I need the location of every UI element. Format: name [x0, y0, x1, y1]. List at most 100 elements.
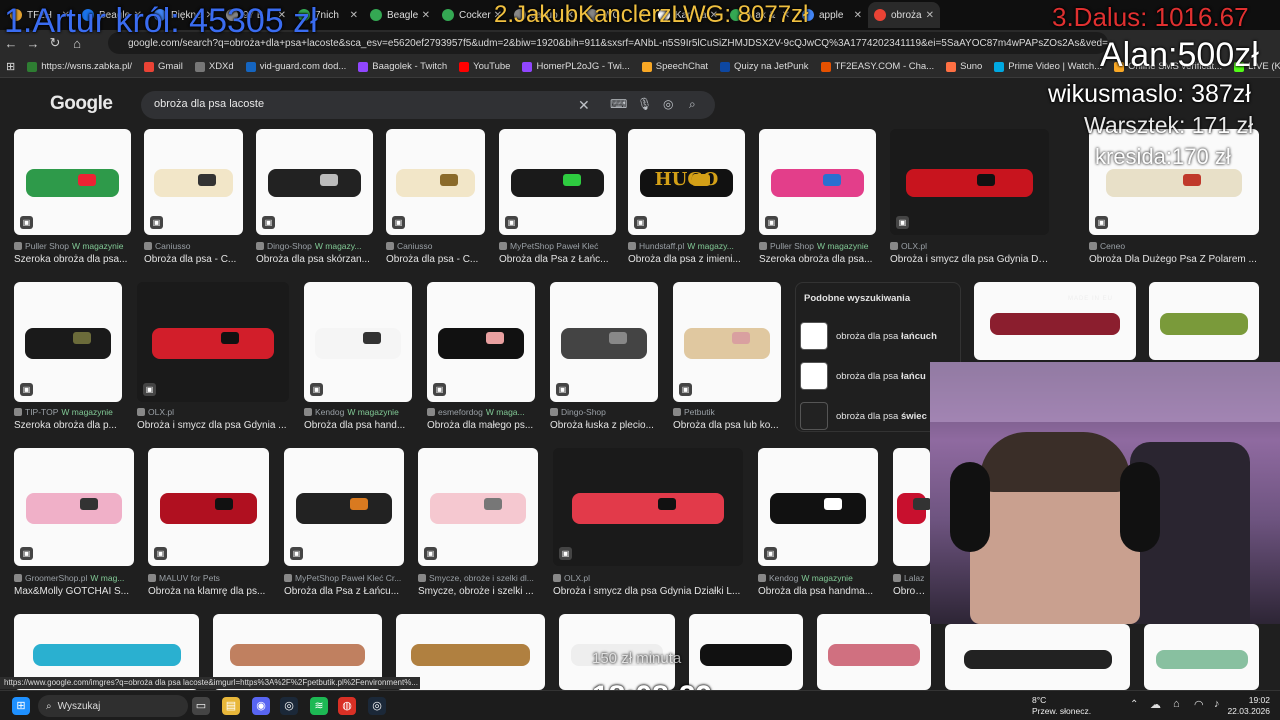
file-explorer-icon[interactable]: ▤	[222, 697, 240, 715]
image-result-thumbnail[interactable]: ▣	[284, 448, 404, 566]
result-source[interactable]: Puller Shop W magazynie	[14, 241, 131, 251]
result-title[interactable]: Szeroka obroża dla psa...	[759, 254, 876, 265]
result-source[interactable]: esmefordog W maga...	[427, 407, 535, 417]
image-result-thumbnail[interactable]	[689, 614, 803, 690]
network-icon[interactable]: ⌂	[1173, 698, 1180, 710]
result-source[interactable]: MyPetShop Paweł Kleć Cr...	[284, 573, 404, 583]
image-result-thumbnail[interactable]	[945, 624, 1130, 690]
result-source[interactable]: Ceneo	[1089, 241, 1259, 251]
result-title[interactable]: Szeroka obroża dla psa...	[14, 254, 131, 265]
spotify-icon[interactable]: ≋	[310, 697, 328, 715]
result-title[interactable]: Obroża dla psa lub ko...	[673, 420, 781, 431]
image-result-thumbnail[interactable]: ▣	[890, 129, 1049, 235]
bookmark-item[interactable]: YouTube	[453, 61, 516, 72]
result-title[interactable]: Obroża dla psa - C...	[144, 254, 243, 265]
result-title[interactable]: Obroża dla psa hand...	[304, 420, 412, 431]
result-source[interactable]: Caniusso	[386, 241, 485, 251]
result-source[interactable]: OLX.pl	[137, 407, 289, 417]
image-result-thumbnail[interactable]: ▣	[550, 282, 658, 402]
bookmark-item[interactable]: vid-guard.com dod...	[240, 61, 353, 72]
image-result-thumbnail[interactable]: ▣	[758, 448, 878, 566]
bookmark-item[interactable]: Quizy na JetPunk	[714, 61, 814, 72]
result-source[interactable]: Hundstaff.pl W magazy...	[628, 241, 745, 251]
browser-tab[interactable]: Beagle ✕	[364, 2, 436, 28]
result-title[interactable]: Obroża dla Psa z Łańc...	[499, 254, 616, 265]
weather-widget[interactable]: 8°C Przew. słonecz.	[1032, 695, 1091, 717]
result-title[interactable]: Obroża dla psa handma...	[758, 586, 878, 597]
image-result-thumbnail[interactable]	[817, 614, 931, 690]
image-result-thumbnail[interactable]	[893, 448, 930, 566]
result-title[interactable]: Obroża i smycz dla psa Gdynia Działki L.…	[553, 586, 743, 597]
image-result-thumbnail[interactable]	[1149, 282, 1259, 360]
discord-icon[interactable]: ◉	[252, 697, 270, 715]
image-result-thumbnail[interactable]: ▣	[759, 129, 876, 235]
close-tab-icon[interactable]: ✕	[350, 10, 358, 21]
close-tab-icon[interactable]: ✕	[422, 10, 430, 21]
image-result-thumbnail[interactable]: ▣	[427, 282, 535, 402]
close-tab-icon[interactable]: ✕	[926, 10, 934, 21]
keyboard-icon[interactable]: ⌨	[610, 97, 627, 111]
image-result-thumbnail[interactable]: ▣	[14, 448, 134, 566]
bookmark-item[interactable]: HomerPL2oJG - Twi...	[516, 61, 635, 72]
image-result-thumbnail[interactable]: ▣	[148, 448, 269, 566]
volume-icon[interactable]: ♪	[1214, 698, 1220, 710]
result-source[interactable]: Dingo-Shop W magazy...	[256, 241, 373, 251]
system-clock[interactable]: 19:02 22.03.2026	[1227, 695, 1270, 717]
result-source[interactable]: GroomerShop.pl W mag...	[14, 573, 134, 583]
image-result-thumbnail[interactable]: ▣	[256, 129, 373, 235]
image-result-thumbnail[interactable]: ▣	[14, 129, 131, 235]
result-source[interactable]: MyPetShop Paweł Kleć	[499, 241, 616, 251]
result-title[interactable]: Obroża dla psa skórzan...	[256, 254, 373, 265]
result-title[interactable]: Obroża dla psa - C...	[386, 254, 485, 265]
windows-start-icon[interactable]: ⊞	[12, 697, 30, 715]
taskbar-search[interactable]: ⌕ Wyszukaj	[38, 695, 188, 717]
wifi-icon[interactable]: ◠	[1194, 698, 1204, 711]
chevron-up-icon[interactable]: ⌃	[1130, 699, 1138, 710]
related-item[interactable]: obroża dla psa łańcuch	[800, 319, 958, 353]
result-title[interactable]: Obroża dla Psa z Łańcu...	[284, 586, 404, 597]
result-title[interactable]: Obroża dla małego ps...	[427, 420, 535, 431]
result-source[interactable]: OLX.pl	[890, 241, 1049, 251]
bookmark-item[interactable]: TF2EASY.COM - Cha...	[815, 61, 941, 72]
task-view-icon[interactable]: ▭	[192, 697, 210, 715]
image-result-thumbnail[interactable]: MADE IN EU	[974, 282, 1136, 360]
result-title[interactable]: Smycze, obroże i szelki ...	[418, 586, 538, 597]
result-title[interactable]: Obroża i smycz dla psa Gdynia Działki ..…	[890, 254, 1049, 265]
result-source[interactable]: OLX.pl	[553, 573, 743, 583]
bookmark-item[interactable]: Prime Video | Watch...	[988, 61, 1108, 72]
microphone-icon[interactable]: 🎙	[637, 97, 652, 111]
result-source[interactable]: Kendog W magazynie	[758, 573, 878, 583]
result-title[interactable]: Obroża d...	[893, 586, 930, 597]
result-source[interactable]: TIP-TOP W magazynie	[14, 407, 122, 417]
result-title[interactable]: Szeroka obroża dla p...	[14, 420, 122, 431]
image-result-thumbnail[interactable]: ▣	[144, 129, 243, 235]
google-logo[interactable]: Google	[50, 93, 113, 115]
result-source[interactable]: Caniusso	[144, 241, 243, 251]
image-result-thumbnail[interactable]: ▣	[14, 282, 122, 402]
search-icon[interactable]: ⌕	[689, 97, 696, 112]
search-box[interactable]: obroża dla psa lacoste ✕ ⌨ 🎙 ◎ ⌕	[141, 91, 715, 119]
result-title[interactable]: Max&Molly GOTCHAI S...	[14, 586, 134, 597]
image-result-thumbnail[interactable]: ▣	[553, 448, 743, 566]
result-title[interactable]: Obroża łuska z plecio...	[550, 420, 658, 431]
result-title[interactable]: Obroża dla psa z imieni...	[628, 254, 745, 265]
bookmark-item[interactable]: Suno	[940, 61, 988, 72]
image-result-thumbnail[interactable]	[1144, 624, 1259, 690]
bookmark-item[interactable]: Baagolek - Twitch	[352, 61, 453, 72]
result-source[interactable]: MALUV for Pets	[148, 573, 269, 583]
result-source[interactable]: Kendog W magazynie	[304, 407, 412, 417]
bookmark-item[interactable]: SpeechChat	[636, 61, 714, 72]
image-result-thumbnail[interactable]: ▣	[499, 129, 616, 235]
lens-icon[interactable]: ◎	[663, 97, 673, 111]
cloud-icon[interactable]: ☁	[1150, 698, 1161, 711]
image-result-thumbnail[interactable]: ▣	[386, 129, 485, 235]
image-result-thumbnail[interactable]: HUGO ▣	[628, 129, 745, 235]
result-source[interactable]: Petbutik	[673, 407, 781, 417]
result-source[interactable]: Puller Shop W magazynie	[759, 241, 876, 251]
result-title[interactable]: Obroża na klamrę dla ps...	[148, 586, 269, 597]
image-result-thumbnail[interactable]: ▣	[418, 448, 538, 566]
chrome-icon[interactable]: ◍	[338, 697, 356, 715]
result-source[interactable]: Lalaz	[893, 573, 930, 583]
clear-icon[interactable]: ✕	[578, 97, 590, 114]
steam-icon[interactable]: ◎	[280, 697, 298, 715]
